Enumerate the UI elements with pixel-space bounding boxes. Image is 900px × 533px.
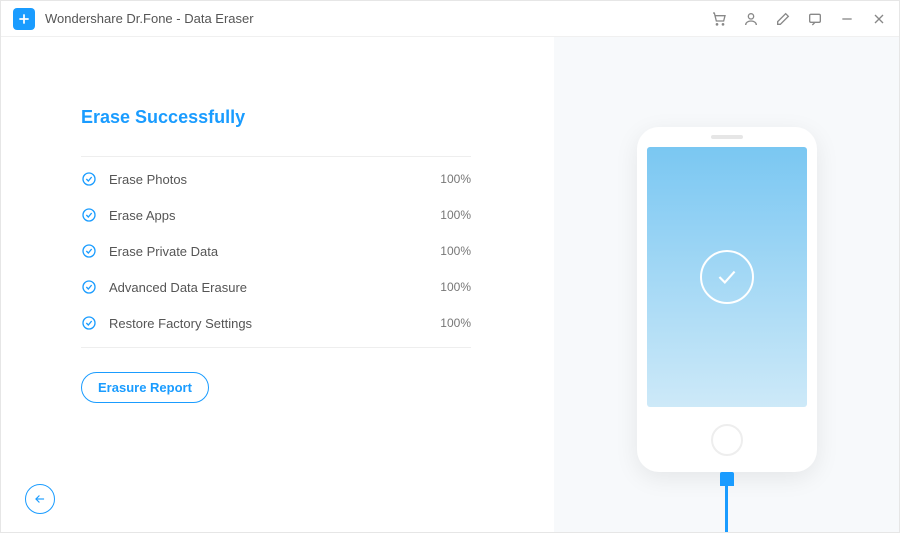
cable-illustration <box>720 472 734 532</box>
right-panel <box>554 37 899 532</box>
edit-icon[interactable] <box>775 11 791 27</box>
page-heading: Erase Successfully <box>81 107 544 128</box>
list-item: Advanced Data Erasure 100% <box>81 269 471 305</box>
phone-screen <box>647 147 807 407</box>
user-icon[interactable] <box>743 11 759 27</box>
minimize-icon[interactable] <box>839 11 855 27</box>
app-logo-icon <box>13 8 35 30</box>
item-pct: 100% <box>440 244 471 258</box>
phone-speaker <box>711 135 743 139</box>
left-panel: Erase Successfully Erase Photos 100% Era… <box>1 37 554 532</box>
divider <box>81 347 471 348</box>
item-label: Erase Apps <box>109 208 440 223</box>
app-title: Wondershare Dr.Fone - Data Eraser <box>45 11 711 26</box>
back-button[interactable] <box>25 484 55 514</box>
item-label: Advanced Data Erasure <box>109 280 440 295</box>
home-button-icon <box>711 424 743 456</box>
check-circle-icon <box>81 279 97 295</box>
item-label: Restore Factory Settings <box>109 316 440 331</box>
close-icon[interactable] <box>871 11 887 27</box>
phone-home-area <box>711 407 743 472</box>
app-window: Wondershare Dr.Fone - Data Eraser <box>0 0 900 533</box>
titlebar: Wondershare Dr.Fone - Data Eraser <box>1 1 899 37</box>
arrow-left-icon <box>33 492 47 506</box>
item-label: Erase Photos <box>109 172 440 187</box>
check-circle-icon <box>81 243 97 259</box>
item-pct: 100% <box>440 316 471 330</box>
phone-illustration <box>637 127 817 472</box>
progress-list: Erase Photos 100% Erase Apps 100% Erase … <box>81 161 471 341</box>
check-circle-icon <box>81 315 97 331</box>
cable-line <box>725 486 728 532</box>
check-circle-icon <box>81 171 97 187</box>
divider <box>81 156 471 157</box>
titlebar-actions <box>711 11 887 27</box>
cable-plug <box>720 472 734 486</box>
item-pct: 100% <box>440 280 471 294</box>
item-label: Erase Private Data <box>109 244 440 259</box>
phone-top <box>711 127 743 147</box>
success-check-icon <box>700 250 754 304</box>
list-item: Erase Private Data 100% <box>81 233 471 269</box>
feedback-icon[interactable] <box>807 11 823 27</box>
item-pct: 100% <box>440 172 471 186</box>
list-item: Restore Factory Settings 100% <box>81 305 471 341</box>
erasure-report-button[interactable]: Erasure Report <box>81 372 209 403</box>
list-item: Erase Apps 100% <box>81 197 471 233</box>
check-circle-icon <box>81 207 97 223</box>
item-pct: 100% <box>440 208 471 222</box>
content-area: Erase Successfully Erase Photos 100% Era… <box>1 37 899 532</box>
list-item: Erase Photos 100% <box>81 161 471 197</box>
cart-icon[interactable] <box>711 11 727 27</box>
